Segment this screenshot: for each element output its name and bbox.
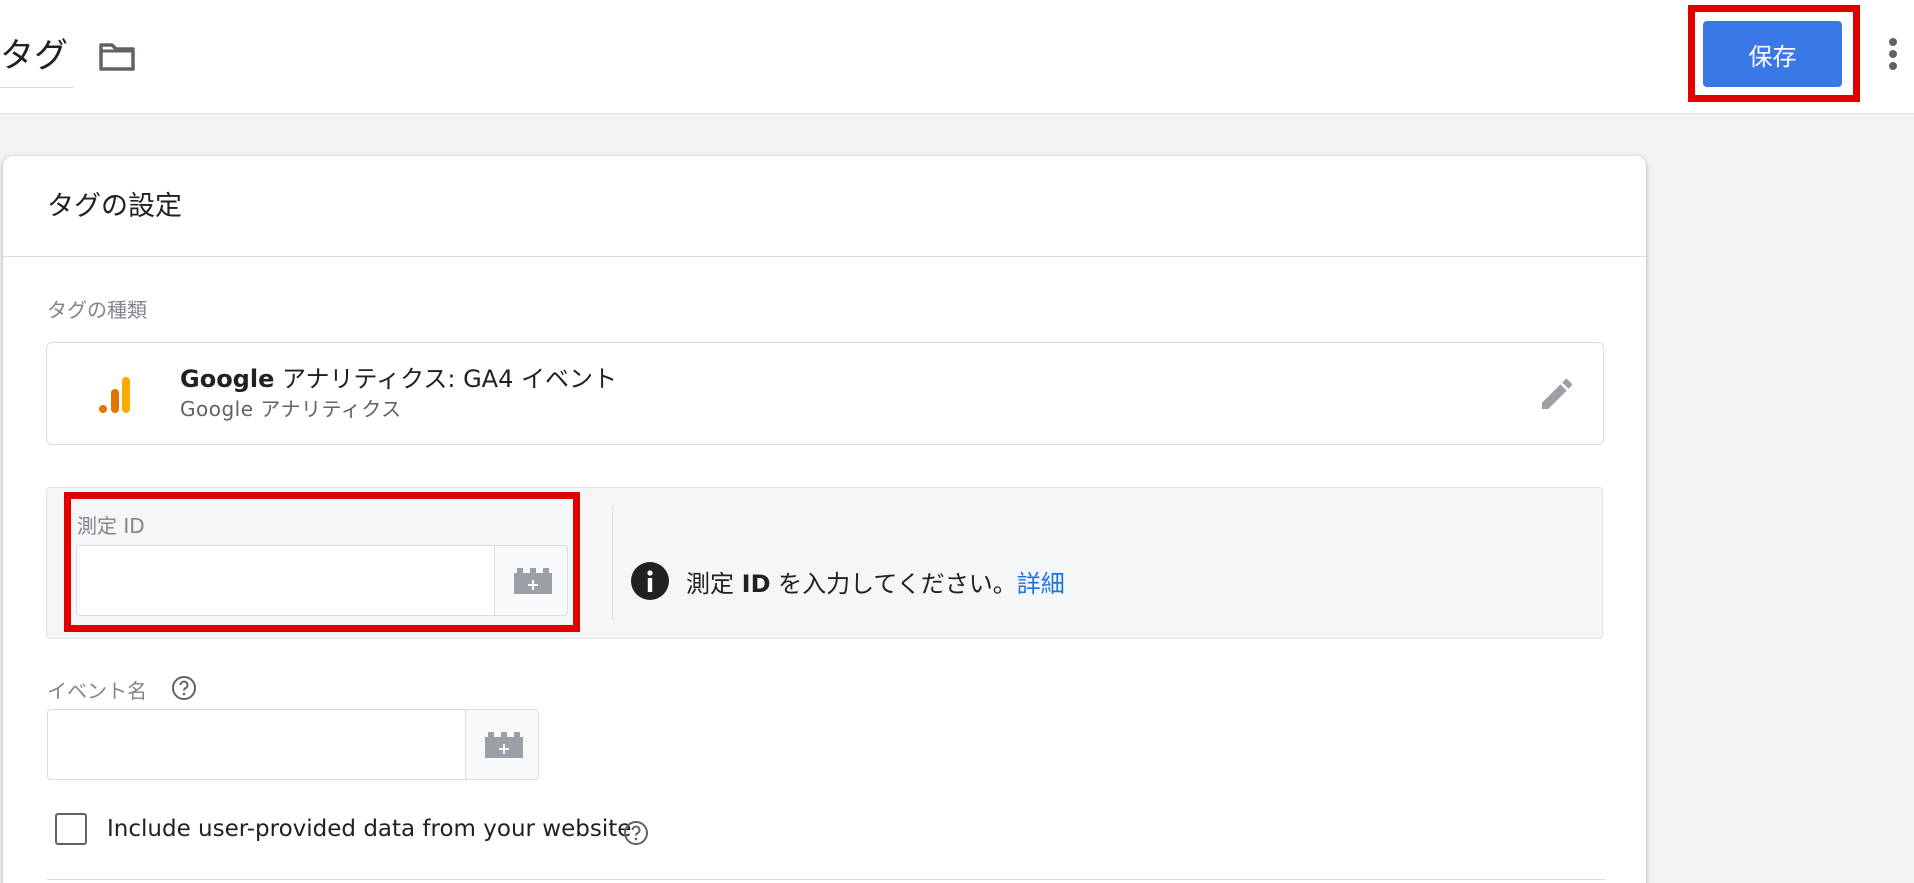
edit-pencil-icon[interactable] <box>1537 374 1577 414</box>
section-divider <box>47 879 1605 880</box>
help-icon[interactable] <box>171 675 197 701</box>
measurement-id-hint: 測定 ID を入力してください。詳細 <box>686 564 1065 599</box>
tag-type-selector[interactable]: Google アナリティクス: GA4 イベント Google アナリティクス <box>46 342 1604 445</box>
tag-configuration-card: タグの設定 タグの種類 Google アナリティクス: GA4 イベント Goo… <box>3 156 1646 883</box>
add-variable-icon <box>485 732 523 758</box>
event-name-input[interactable] <box>47 709 465 780</box>
save-button[interactable]: 保存 <box>1703 21 1842 87</box>
hint-bold: ID <box>741 570 771 598</box>
info-icon <box>631 562 669 600</box>
hint-prefix: 測定 <box>686 570 742 598</box>
page-title[interactable]: タグ <box>0 30 74 88</box>
event-name-label: イベント名 <box>47 679 147 703</box>
details-link[interactable]: 詳細 <box>1017 570 1065 598</box>
hint-suffix: を入力してください。 <box>770 570 1017 598</box>
tag-type-name-rest: アナリティクス: GA4 イベント <box>274 365 617 393</box>
user-data-checkbox[interactable] <box>55 813 87 845</box>
more-vert-icon[interactable] <box>1881 34 1905 74</box>
tag-type-label: タグの種類 <box>47 298 147 322</box>
card-title: タグの設定 <box>47 191 182 222</box>
measurement-id-highlight-box <box>64 492 580 632</box>
tag-type-name: Google アナリティクス: GA4 イベント <box>180 359 617 394</box>
google-analytics-icon <box>99 377 130 413</box>
tag-type-name-bold: Google <box>180 365 275 393</box>
top-header: タグ 保存 <box>0 0 1914 114</box>
tag-type-subtitle: Google アナリティクス <box>180 397 402 421</box>
card-divider <box>3 256 1646 257</box>
user-data-checkbox-label[interactable]: Include user-provided data from your web… <box>107 816 631 842</box>
event-name-variable-button[interactable] <box>465 709 539 780</box>
help-icon[interactable] <box>623 820 649 846</box>
folder-icon[interactable] <box>98 40 136 72</box>
panel-separator <box>612 506 613 620</box>
